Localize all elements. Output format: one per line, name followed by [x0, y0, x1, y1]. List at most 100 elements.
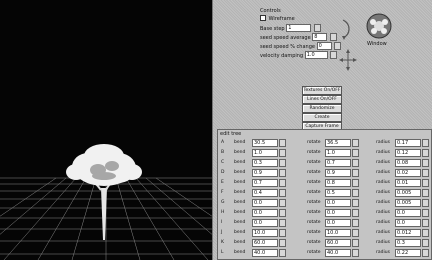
radius-spinner[interactable]: [422, 189, 429, 197]
bend-field[interactable]: 0.0: [252, 219, 278, 227]
radius-field[interactable]: 0.0: [395, 219, 421, 227]
bend-spinner[interactable]: [279, 229, 286, 237]
rotate-field[interactable]: 0.0: [325, 199, 351, 207]
radius-field[interactable]: 0.0: [395, 209, 421, 217]
velocity-damping-spinner[interactable]: [330, 51, 338, 59]
rotate-field[interactable]: 0.5: [325, 189, 351, 197]
table-row: K bend 60.0 rotate 60.0 radius 0.3: [218, 238, 431, 248]
radius-field[interactable]: 0.3: [395, 239, 421, 247]
radius-field[interactable]: 0.17: [395, 139, 421, 147]
textures-toggle-button[interactable]: Textures On/OFF: [302, 86, 342, 95]
bend-spinner[interactable]: [279, 169, 286, 177]
rotate-field[interactable]: 0.0: [325, 209, 351, 217]
bend-field[interactable]: 0.7: [252, 179, 278, 187]
rotate-spinner[interactable]: [352, 249, 359, 257]
bend-spinner[interactable]: [279, 139, 286, 147]
bend-field[interactable]: 0.0: [252, 199, 278, 207]
radius-label: radius: [376, 200, 390, 205]
bend-spinner[interactable]: [279, 189, 286, 197]
rotate-field[interactable]: 40.0: [325, 249, 351, 257]
lines-toggle-button[interactable]: Lines On/OFF: [302, 95, 342, 104]
bend-spinner[interactable]: [279, 179, 286, 187]
radius-spinner[interactable]: [422, 199, 429, 207]
bend-field[interactable]: 40.0: [252, 249, 278, 257]
rotate-spinner[interactable]: [352, 199, 359, 207]
bend-field[interactable]: 10.0: [252, 229, 278, 237]
pan-crosshair-icon[interactable]: [339, 49, 357, 71]
wireframe-check-box[interactable]: [260, 15, 266, 21]
bend-spinner[interactable]: [279, 219, 286, 227]
bend-spinner[interactable]: [279, 159, 286, 167]
orientation-tools: [339, 19, 357, 71]
bend-spinner[interactable]: [279, 209, 286, 217]
wireframe-checkbox[interactable]: Wireframe: [260, 15, 295, 22]
bend-field[interactable]: 0.3: [252, 159, 278, 167]
radius-label: radius: [376, 150, 390, 155]
radius-spinner[interactable]: [422, 249, 429, 257]
radius-spinner[interactable]: [422, 179, 429, 187]
rotate-field[interactable]: 0.8: [325, 179, 351, 187]
rotate-spinner[interactable]: [352, 159, 359, 167]
radius-label: radius: [376, 240, 390, 245]
seed-speed-change-label: seed speed % change: [260, 43, 315, 50]
radius-field[interactable]: 0.012: [395, 229, 421, 237]
rotate-spinner[interactable]: [352, 179, 359, 187]
wireframe-label: Wireframe: [268, 15, 295, 22]
rotate-field[interactable]: 36.5: [325, 139, 351, 147]
rotate-spinner[interactable]: [352, 149, 359, 157]
seed-speed-spinner[interactable]: [329, 33, 337, 41]
rotate-spinner[interactable]: [352, 219, 359, 227]
radius-spinner[interactable]: [422, 139, 429, 147]
rotate-spinner[interactable]: [352, 139, 359, 147]
bend-spinner[interactable]: [279, 239, 286, 247]
bend-field[interactable]: 0.4: [252, 189, 278, 197]
row-label: B: [221, 150, 225, 155]
radius-field[interactable]: 0.12: [395, 149, 421, 157]
velocity-damping-field[interactable]: 1.0: [304, 51, 328, 59]
bend-spinner[interactable]: [279, 149, 286, 157]
bend-field[interactable]: 0.9: [252, 169, 278, 177]
base-step-field[interactable]: 1: [286, 24, 312, 32]
radius-spinner[interactable]: [422, 239, 429, 247]
rotate-field[interactable]: 0.9: [325, 169, 351, 177]
radius-field[interactable]: 0.08: [395, 159, 421, 167]
rotate-spinner[interactable]: [352, 229, 359, 237]
randomize-button[interactable]: Randomize: [302, 104, 342, 113]
radius-field[interactable]: 0.02: [395, 169, 421, 177]
radius-spinner[interactable]: [422, 159, 429, 167]
radius-field[interactable]: 0.005: [395, 189, 421, 197]
radius-field[interactable]: 0.01: [395, 179, 421, 187]
bend-spinner[interactable]: [279, 199, 286, 207]
rotate-arrow-icon[interactable]: [342, 19, 350, 39]
bend-field[interactable]: 30.5: [252, 139, 278, 147]
control-panel: Controls Wireframe Base step 1 seed spee…: [212, 0, 432, 260]
seed-speed-change-field[interactable]: 0: [316, 42, 332, 50]
rotate-field[interactable]: 0.0: [325, 219, 351, 227]
tree-3d-viewport[interactable]: [0, 0, 212, 260]
rotate-field[interactable]: 1.0: [325, 149, 351, 157]
rotate-spinner[interactable]: [352, 239, 359, 247]
bend-field[interactable]: 1.0: [252, 149, 278, 157]
create-button[interactable]: Create: [302, 113, 342, 122]
radius-field[interactable]: 0.005: [395, 199, 421, 207]
table-row: I bend 0.0 rotate 0.0 radius 0.0: [218, 218, 431, 228]
base-step-spinner[interactable]: [313, 24, 321, 32]
rotate-field[interactable]: 10.0: [325, 229, 351, 237]
rotate-field[interactable]: 60.0: [325, 239, 351, 247]
radius-spinner[interactable]: [422, 149, 429, 157]
rotate-field[interactable]: 0.7: [325, 159, 351, 167]
seed-speed-field[interactable]: 8: [312, 33, 328, 41]
rotate-spinner[interactable]: [352, 209, 359, 217]
radius-spinner[interactable]: [422, 209, 429, 217]
window-icon[interactable]: [365, 12, 393, 40]
table-row: E bend 0.7 rotate 0.8 radius 0.01: [218, 178, 431, 188]
rotate-spinner[interactable]: [352, 169, 359, 177]
radius-spinner[interactable]: [422, 169, 429, 177]
bend-field[interactable]: 0.0: [252, 209, 278, 217]
rotate-spinner[interactable]: [352, 189, 359, 197]
bend-spinner[interactable]: [279, 249, 286, 257]
radius-spinner[interactable]: [422, 219, 429, 227]
bend-field[interactable]: 60.0: [252, 239, 278, 247]
radius-spinner[interactable]: [422, 229, 429, 237]
radius-field[interactable]: 0.22: [395, 249, 421, 257]
